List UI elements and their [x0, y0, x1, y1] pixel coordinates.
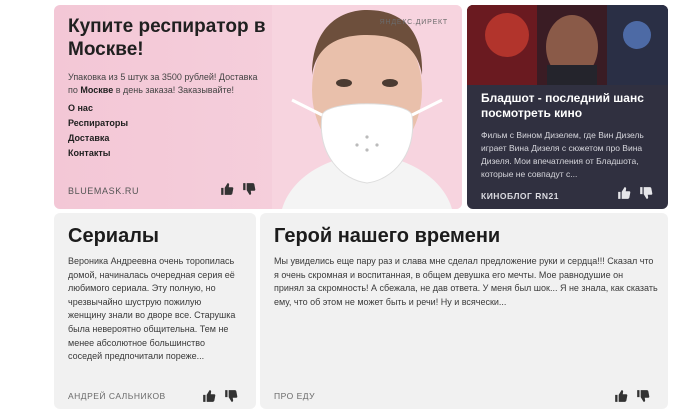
ad-links: О нас Респираторы Доставка Контакты	[68, 101, 128, 161]
series-reactions	[202, 389, 238, 403]
movie-headline[interactable]: Бладшот - последний шанс посмотреть кино	[481, 91, 661, 121]
ad-reactions	[220, 182, 256, 196]
thumbs-down-icon[interactable]	[636, 389, 650, 403]
thumbs-up-icon[interactable]	[202, 389, 216, 403]
hero-author[interactable]: ПРО ЕДУ	[274, 391, 315, 401]
ad-description: Упаковка из 5 штук за 3500 рублей! Доста…	[68, 72, 258, 95]
thumbs-down-icon[interactable]	[242, 182, 256, 196]
ad-link-about[interactable]: О нас	[68, 101, 128, 116]
ad-link-respirators[interactable]: Респираторы	[68, 116, 128, 131]
thumbs-up-icon[interactable]	[614, 389, 628, 403]
thumbs-down-icon[interactable]	[224, 389, 238, 403]
respirator-man-photo	[272, 5, 462, 209]
hero-snippet: Мы увиделись еще пару раз и слава мне сд…	[274, 256, 658, 307]
ad-card[interactable]: ЯНДЕКС.ДИРЕКТ Купите респиратор в Москве…	[54, 5, 462, 209]
series-card[interactable]: Сериалы Вероника Андреевна очень торопил…	[54, 213, 256, 409]
thumbs-up-icon[interactable]	[617, 186, 631, 200]
movie-reactions	[617, 186, 653, 200]
ad-title[interactable]: Купите респиратор в Москве!	[68, 15, 268, 61]
movie-poster-image	[467, 5, 668, 85]
thumbs-down-icon[interactable]	[639, 186, 653, 200]
ad-link-contacts[interactable]: Контакты	[68, 146, 128, 161]
hero-card[interactable]: Герой нашего времени Мы увиделись еще па…	[260, 213, 668, 409]
movie-snippet: Фильм с Вином Дизелем, где Вин Дизель иг…	[481, 130, 644, 179]
ad-sponsor-label: ЯНДЕКС.ДИРЕКТ	[379, 19, 448, 26]
series-title[interactable]: Сериалы	[68, 225, 159, 248]
series-author[interactable]: АНДРЕЙ САЛЬНИКОВ	[68, 391, 166, 401]
hero-title[interactable]: Герой нашего времени	[274, 225, 500, 248]
thumbs-up-icon[interactable]	[220, 182, 234, 196]
ad-link-delivery[interactable]: Доставка	[68, 131, 128, 146]
movie-card[interactable]: Бладшот - последний шанс посмотреть кино…	[467, 5, 668, 209]
series-snippet: Вероника Андреевна очень торопилась домо…	[68, 256, 236, 362]
movie-source[interactable]: КИНОБЛОГ RN21	[481, 191, 559, 201]
hero-reactions	[614, 389, 650, 403]
ad-domain[interactable]: BLUEMASK.RU	[68, 186, 139, 196]
